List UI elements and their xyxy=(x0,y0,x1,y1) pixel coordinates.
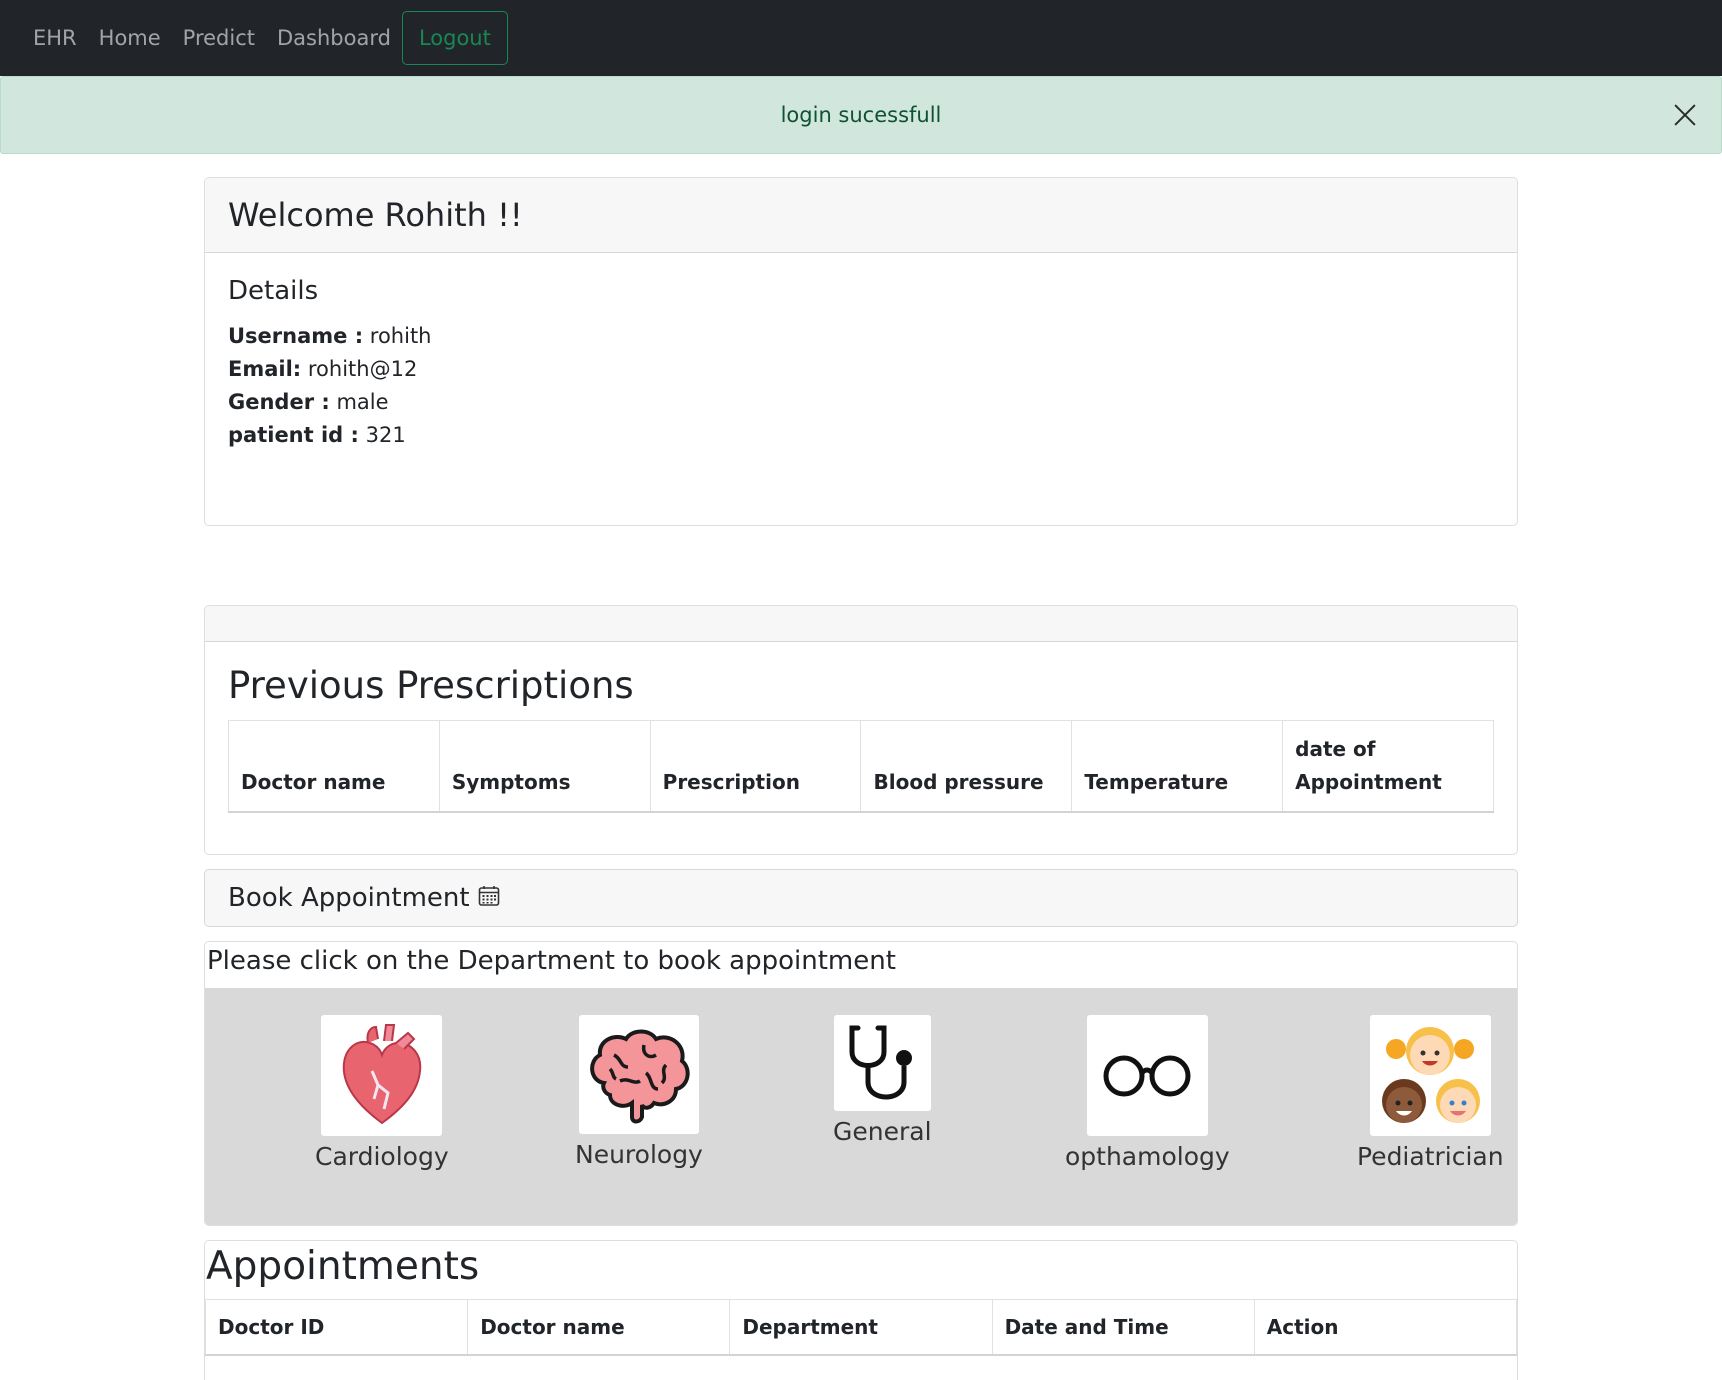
patient-id-line: patient id : 321 xyxy=(228,419,1494,452)
col-prescription: Prescription xyxy=(649,720,862,813)
navbar: EHR Home Predict Dashboard Logout xyxy=(0,0,1722,76)
welcome-title: Welcome Rohith !! xyxy=(228,196,523,234)
stethoscope-icon xyxy=(833,1015,931,1111)
nav-dashboard-link[interactable]: Dashboard xyxy=(277,27,391,49)
email-line: Email: rohith@12 xyxy=(228,353,1494,386)
department-instruction: Please click on the Department to book a… xyxy=(207,946,896,976)
details-heading: Details xyxy=(228,276,319,306)
department-label: Cardiology xyxy=(315,1142,449,1171)
department-strip: Cardiology Neurology General opthamology… xyxy=(205,988,1517,1225)
username-line: Username : rohith xyxy=(228,320,1494,353)
brand-link[interactable]: EHR xyxy=(33,27,77,49)
department-label: General xyxy=(833,1117,932,1146)
department-cardiology[interactable]: Cardiology xyxy=(315,1015,449,1171)
calendar-icon xyxy=(478,885,500,911)
welcome-card: Welcome Rohith !! Details Username : roh… xyxy=(204,177,1518,526)
username-label: Username : xyxy=(228,324,364,348)
nav-predict-link[interactable]: Predict xyxy=(183,27,255,49)
patient-id-value: 321 xyxy=(358,423,406,447)
col-doctor-id: Doctor ID xyxy=(205,1299,469,1356)
children-icon xyxy=(1369,1015,1491,1136)
patient-id-label: patient id : xyxy=(228,423,359,447)
prescriptions-table: Doctor name Symptoms Prescription Blood … xyxy=(228,720,1494,813)
book-appointment-title: Book Appointment xyxy=(228,883,470,913)
gender-label: Gender : xyxy=(228,390,330,414)
col-doctor-name: Doctor name xyxy=(467,1299,731,1356)
login-success-alert: login sucessfull xyxy=(0,76,1722,154)
alert-message: login sucessfull xyxy=(780,103,942,127)
book-appointment-header: Book Appointment xyxy=(204,869,1518,927)
col-date-of-appointment: date of Appointment xyxy=(1282,720,1494,813)
logout-button[interactable]: Logout xyxy=(401,11,508,65)
table-header-row: Doctor name Symptoms Prescription Blood … xyxy=(228,720,1494,813)
department-pediatrician[interactable]: Pediatrician xyxy=(1357,1015,1504,1171)
prescriptions-header xyxy=(205,606,1517,642)
col-department: Department xyxy=(729,1299,993,1356)
username-value: rohith xyxy=(363,324,432,348)
glasses-icon xyxy=(1086,1015,1208,1136)
col-date-and-time: Date and Time xyxy=(991,1299,1255,1356)
appointments-card: Appointments Doctor ID Doctor name Depar… xyxy=(204,1240,1518,1380)
department-label: opthamology xyxy=(1065,1142,1230,1171)
close-icon[interactable] xyxy=(1667,97,1703,133)
department-label: Neurology xyxy=(575,1140,703,1169)
col-action: Action xyxy=(1253,1299,1517,1356)
prescriptions-card: Previous Prescriptions Doctor name Sympt… xyxy=(204,605,1518,855)
col-doctor-name: Doctor name xyxy=(228,720,440,813)
gender-value: male xyxy=(329,390,389,414)
brain-icon xyxy=(578,1015,699,1134)
col-symptoms: Symptoms xyxy=(438,720,651,813)
department-label: Pediatrician xyxy=(1357,1142,1504,1171)
email-value: rohith@12 xyxy=(301,357,418,381)
heart-icon xyxy=(321,1015,443,1136)
department-opthamology[interactable]: opthamology xyxy=(1065,1015,1230,1171)
department-neurology[interactable]: Neurology xyxy=(575,1015,703,1169)
table-header-row: Doctor ID Doctor name Department Date an… xyxy=(205,1299,1517,1356)
col-blood-pressure: Blood pressure xyxy=(860,720,1073,813)
department-general[interactable]: General xyxy=(833,1015,932,1146)
details-section: Details Username : rohith Email: rohith@… xyxy=(205,253,1517,475)
welcome-header: Welcome Rohith !! xyxy=(205,178,1517,253)
col-temperature: Temperature xyxy=(1071,720,1284,813)
prescriptions-title: Previous Prescriptions xyxy=(228,664,634,707)
departments-card: Please click on the Department to book a… xyxy=(204,941,1518,1226)
nav-home-link[interactable]: Home xyxy=(99,27,161,49)
appointments-table: Doctor ID Doctor name Department Date an… xyxy=(205,1299,1517,1356)
gender-line: Gender : male xyxy=(228,386,1494,419)
email-label: Email: xyxy=(228,357,302,381)
appointments-title: Appointments xyxy=(206,1244,480,1289)
